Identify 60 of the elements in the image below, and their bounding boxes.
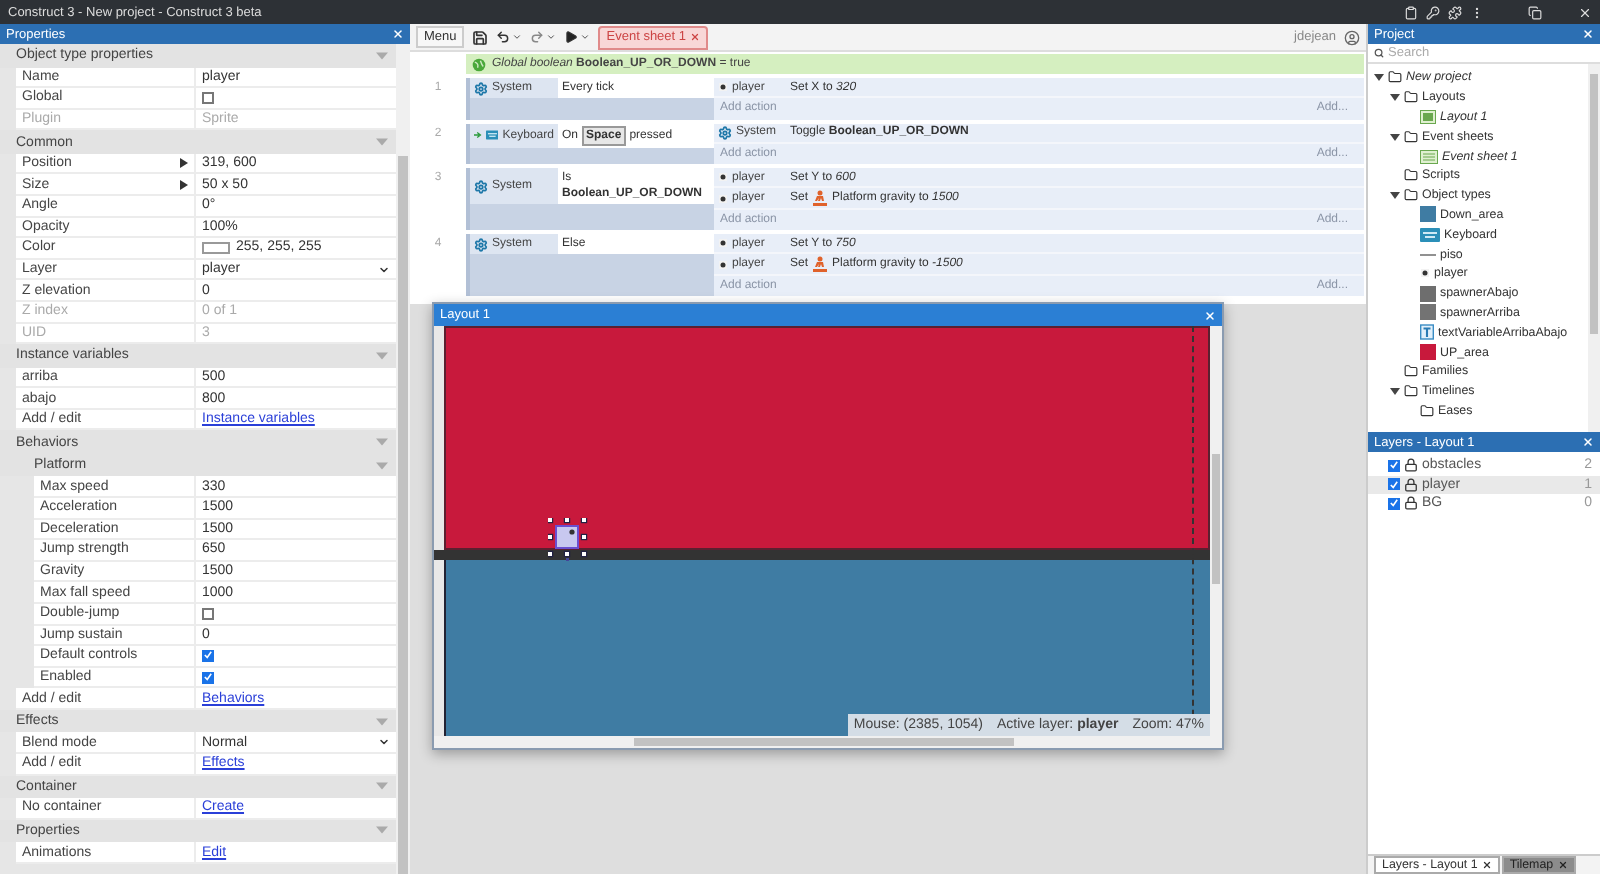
undo-button[interactable] [496,30,523,44]
folder-icon [1420,403,1434,418]
keyboard-icon [485,128,499,143]
close-icon[interactable] [1481,860,1492,870]
figure-icon [812,256,829,273]
object-swatch-icon [1420,206,1436,223]
save-button[interactable] [472,29,489,45]
gear-icon [718,125,732,140]
object-swatch-icon [1420,344,1436,361]
layout-icon [1420,109,1436,124]
folder-icon [1404,188,1418,203]
gear-icon [474,237,488,252]
lock-icon[interactable] [1404,496,1418,511]
visibility-checkbox[interactable] [1388,497,1400,510]
keyboard-icon [1420,227,1440,242]
scrollbar[interactable] [1588,64,1600,432]
user-icon[interactable] [1344,29,1360,45]
more-icon[interactable] [1470,5,1484,19]
dot-icon [1420,268,1430,279]
folder-icon [1388,70,1402,85]
line-icon [1420,251,1436,258]
scrollbar[interactable] [434,736,1222,748]
folder-icon [1404,129,1418,144]
gear-icon [474,81,488,95]
player-sprite[interactable] [548,518,588,562]
chevron-icon[interactable] [378,736,390,749]
figure-icon [812,190,829,207]
caret-icon[interactable] [580,32,591,42]
disclosure-icon[interactable] [1390,386,1400,397]
caret-icon[interactable] [512,32,523,42]
disclosure-icon[interactable] [1390,131,1400,142]
visibility-checkbox[interactable] [1388,459,1400,472]
color-swatch[interactable] [202,241,230,254]
lock-icon[interactable] [1404,458,1418,473]
globe-icon [472,57,486,71]
visibility-checkbox[interactable] [1388,478,1400,491]
key-icon[interactable] [1426,5,1440,19]
restore-icon[interactable] [1528,5,1542,19]
scrollbar[interactable] [1210,326,1222,736]
folder-icon [1404,364,1418,379]
search-icon[interactable] [1374,48,1384,58]
checkbox[interactable] [202,649,214,662]
folder-icon [1404,90,1418,105]
scrollbar[interactable] [396,44,410,874]
folder-icon [1404,168,1418,183]
folder-icon [1404,384,1418,399]
puzzle-icon[interactable] [1448,5,1462,19]
lock-icon[interactable] [1404,477,1418,492]
event-sheet-icon [1420,149,1438,164]
caret-icon[interactable] [546,32,557,42]
disclosure-icon[interactable] [1390,190,1400,201]
arrow-icon [474,130,482,141]
text-object-icon [1420,324,1434,341]
clipboard-icon[interactable] [1404,5,1418,19]
checkbox[interactable] [202,91,214,104]
checkbox[interactable] [202,607,214,620]
gear-icon [474,179,488,194]
chevron-icon[interactable] [378,263,390,276]
checkbox[interactable] [202,671,214,684]
play-button[interactable] [564,30,591,44]
